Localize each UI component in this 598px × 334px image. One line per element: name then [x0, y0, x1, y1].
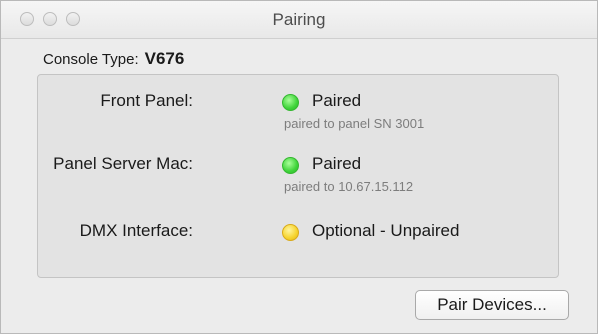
front-panel-status: Paired — [312, 91, 362, 110]
title-bar: Pairing — [1, 1, 597, 39]
console-type-value: V676 — [144, 49, 185, 68]
window-title: Pairing — [272, 10, 326, 29]
front-panel-detail: paired to panel SN 3001 — [284, 116, 425, 131]
panel-server-mac-status: Paired — [312, 154, 362, 173]
console-type-row: Console Type: V676 — [43, 49, 184, 69]
dmx-interface-status-light-icon — [282, 224, 299, 241]
panel-server-mac-detail: paired to 10.67.15.112 — [284, 179, 414, 194]
panel-server-mac-label: Panel Server Mac: — [53, 154, 193, 173]
dmx-interface-status: Optional - Unpaired — [312, 221, 460, 240]
console-type-label: Console Type: — [43, 51, 139, 68]
front-panel-label: Front Panel: — [100, 91, 193, 110]
dmx-interface-label: DMX Interface: — [79, 221, 193, 240]
pairing-window: Pairing Console Type: V676 Front Panel: P… — [0, 0, 598, 334]
pair-devices-button[interactable]: Pair Devices... — [415, 290, 569, 320]
panel-server-mac-status-light-icon — [282, 157, 299, 174]
device-status-panel: Front Panel: Paired paired to panel SN 3… — [37, 74, 559, 278]
front-panel-status-light-icon — [282, 94, 299, 111]
